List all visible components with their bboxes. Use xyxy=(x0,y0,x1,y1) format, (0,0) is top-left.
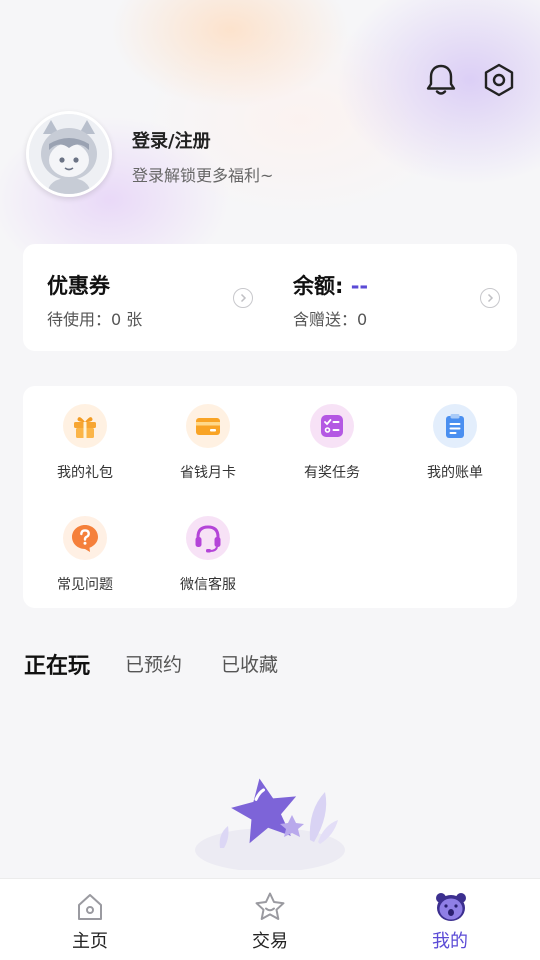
avatar[interactable] xyxy=(26,111,112,197)
nav-label-mine: 我的 xyxy=(432,931,468,952)
balance-title: 余额: -- xyxy=(293,270,368,300)
coupon-title: 优惠券 xyxy=(47,274,110,298)
grid-label-gift: 我的礼包 xyxy=(57,465,113,481)
tab-favorites[interactable]: 已收藏 xyxy=(221,650,278,677)
grid-label-faq: 常见问题 xyxy=(57,577,113,593)
grid-item-bill[interactable]: 我的账单 xyxy=(393,404,517,482)
tab-reserved[interactable]: 已预约 xyxy=(125,650,182,677)
grid-label-bill: 我的账单 xyxy=(427,465,483,481)
function-grid: 我的礼包 省钱月卡 有奖任务 我的账单 常见问题 微信客服 xyxy=(23,386,517,608)
headset-icon xyxy=(186,516,230,560)
wallet-card: 优惠券 待使用：0 张 余额: -- 含赠送：0 xyxy=(23,244,517,351)
balance-label: 余额: xyxy=(293,274,344,298)
notification-bell-icon[interactable] xyxy=(421,60,461,100)
tab-playing[interactable]: 正在玩 xyxy=(24,648,90,680)
question-icon xyxy=(63,516,107,560)
settings-icon[interactable] xyxy=(479,60,519,100)
login-subtitle: 登录解锁更多福利~ xyxy=(132,166,274,185)
grid-item-faq[interactable]: 常见问题 xyxy=(23,516,147,594)
nav-item-mine[interactable]: 我的 xyxy=(400,891,500,953)
grid-label-support: 微信客服 xyxy=(180,577,236,593)
card-icon xyxy=(186,404,230,448)
coupon-count: 待使用：0 张 xyxy=(47,310,143,329)
task-icon xyxy=(310,404,354,448)
grid-item-gift[interactable]: 我的礼包 xyxy=(23,404,147,482)
nav-label-home: 主页 xyxy=(72,931,108,952)
star-icon xyxy=(254,891,286,923)
nav-item-trade[interactable]: 交易 xyxy=(220,891,320,953)
nav-item-home[interactable]: 主页 xyxy=(40,891,140,953)
coupon-chevron-right-icon[interactable] xyxy=(233,288,253,308)
empty-state-illustration xyxy=(190,770,350,872)
bill-icon xyxy=(433,404,477,448)
grid-label-card: 省钱月卡 xyxy=(180,465,236,481)
login-register-link[interactable]: 登录/注册 xyxy=(132,127,211,153)
mine-icon xyxy=(434,891,466,923)
nav-label-trade: 交易 xyxy=(252,931,288,952)
grid-item-task[interactable]: 有奖任务 xyxy=(270,404,394,482)
gift-icon xyxy=(63,404,107,448)
grid-item-support[interactable]: 微信客服 xyxy=(146,516,270,594)
balance-value: -- xyxy=(350,274,369,298)
balance-chevron-right-icon[interactable] xyxy=(480,288,500,308)
balance-gift-amount: 含赠送：0 xyxy=(293,310,368,329)
grid-item-card[interactable]: 省钱月卡 xyxy=(146,404,270,482)
bottom-nav: 主页 交易 我的 xyxy=(0,878,540,960)
home-icon xyxy=(74,891,106,923)
grid-label-task: 有奖任务 xyxy=(304,465,360,481)
